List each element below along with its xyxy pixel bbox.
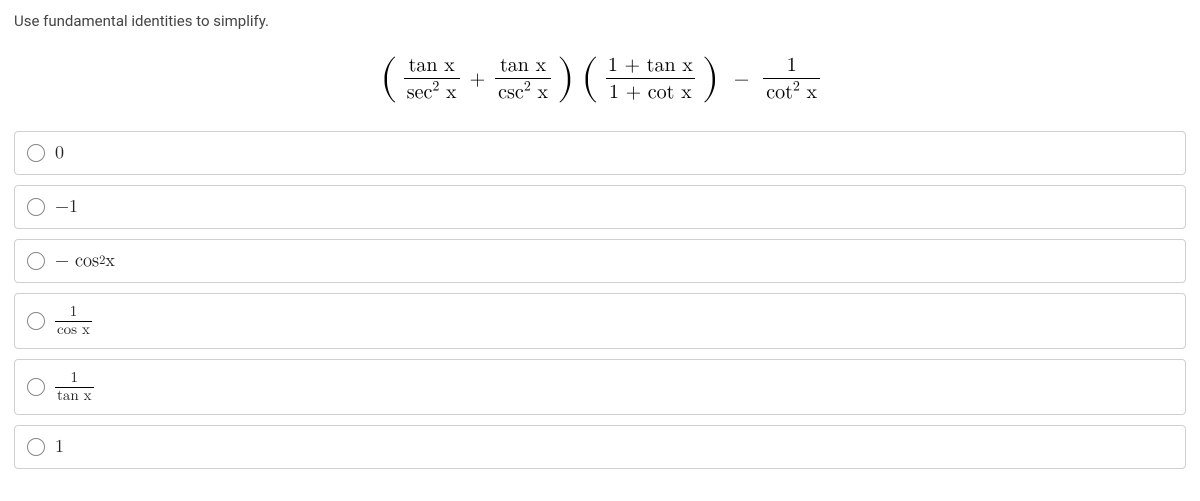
eq-term1-den: sec2 x [404,78,460,103]
radio-icon [27,438,45,456]
options-list: 0 −1 − cos2 x 1 cos x 1 tan x 1 [14,131,1186,469]
option-a[interactable]: 0 [14,131,1186,175]
option-f-label: 1 [55,436,64,458]
eq-term1-num: tan x [406,54,458,78]
option-e[interactable]: 1 tan x [14,359,1186,415]
option-d[interactable]: 1 cos x [14,293,1186,349]
minus-icon: − [726,67,758,91]
eq-term2-den: csc2 x [495,78,551,103]
radio-icon [27,144,45,162]
option-a-label: 0 [55,142,64,164]
radio-icon [27,378,45,396]
option-c-label: − cos2 x [55,250,115,272]
option-b[interactable]: −1 [14,185,1186,229]
eq-term4-den: cot2 x [763,78,820,103]
equation-display: ( tan x sec2 x + tan x csc2 x ) ( 1 + ta… [14,54,1186,103]
option-b-label: −1 [55,196,78,218]
eq-term4-num: 1 [784,54,800,78]
eq-term2-num: tan x [497,54,549,78]
radio-icon [27,252,45,270]
option-d-label: 1 cos x [55,304,92,338]
question-prompt: Use fundamental identities to simplify. [14,12,1186,30]
radio-icon [27,198,45,216]
eq-term3-num: 1 + tan x [605,54,696,78]
radio-icon [27,312,45,330]
option-f[interactable]: 1 [14,425,1186,469]
plus-icon: + [466,67,490,91]
option-c[interactable]: − cos2 x [14,239,1186,283]
eq-term3-den: 1 + cot x [606,78,695,103]
option-e-label: 1 tan x [55,370,94,404]
